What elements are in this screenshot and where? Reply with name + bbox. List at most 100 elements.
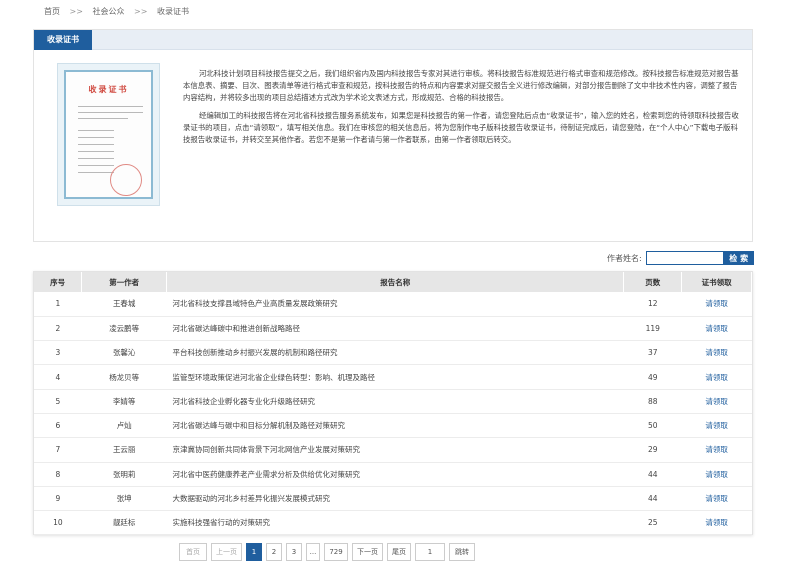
cell-no: 6 xyxy=(55,421,61,431)
search-button[interactable]: 检 索 xyxy=(723,251,754,265)
page-ellipsis: ... xyxy=(306,543,320,561)
certificate-text-line xyxy=(78,118,128,119)
cell-pages: 119 xyxy=(645,323,660,333)
cell-title: 大数据驱动的河北乡村差异化振兴发展模式研究 xyxy=(172,494,331,504)
author-name-input[interactable] xyxy=(645,251,724,265)
breadcrumb-separator: >> xyxy=(134,7,148,16)
cell-title: 河北省中医药健康养老产业需求分析及供给优化对策研究 xyxy=(172,469,361,479)
cell-title: 河北省科技企业孵化器专业化升级路径研究 xyxy=(172,396,316,406)
col-header-pages: 页数 xyxy=(623,272,683,292)
cell-author: 卢灿 xyxy=(116,421,132,431)
cell-title: 河北省碳达峰与碳中和目标分解机制及路径对策研究 xyxy=(172,421,346,431)
certificate-text-line xyxy=(78,165,114,166)
claim-certificate-link[interactable]: 请领取 xyxy=(682,316,752,340)
pagination: 首页 上一页 1 2 3 ... 729 下一页 尾页 1 跳转 xyxy=(179,543,479,561)
certificate-text-line xyxy=(78,158,114,159)
page-3-button[interactable]: 3 xyxy=(286,543,302,561)
cell-author: 李婧等 xyxy=(112,396,136,406)
claim-certificate-link[interactable]: 请领取 xyxy=(682,511,752,535)
table-row: 6 卢灿 河北省碳达峰与碳中和目标分解机制及路径对策研究 50 请领取 xyxy=(34,413,752,438)
certificate-text-line xyxy=(78,106,143,107)
breadcrumb-separator: >> xyxy=(69,7,83,16)
cell-pages: 29 xyxy=(648,445,658,455)
cell-author: 王云丽 xyxy=(112,445,136,455)
certificate-text-line xyxy=(78,144,114,145)
col-header-no: 序号 xyxy=(34,272,83,292)
claim-certificate-link[interactable]: 请领取 xyxy=(682,365,752,389)
cell-title: 京津冀协同创新共同体背景下河北网信产业发展对策研究 xyxy=(172,445,361,455)
prev-page-button[interactable]: 上一页 xyxy=(211,543,242,561)
breadcrumb-home-link[interactable]: 首页 xyxy=(44,7,60,16)
page-2-button[interactable]: 2 xyxy=(266,543,282,561)
claim-certificate-link[interactable]: 请领取 xyxy=(682,292,752,316)
cell-no: 5 xyxy=(55,396,61,406)
claim-certificate-link[interactable]: 请领取 xyxy=(682,389,752,413)
cell-title: 河北省科技支撑县域特色产业高质量发展政策研究 xyxy=(172,299,338,309)
page-1-button[interactable]: 1 xyxy=(246,543,262,561)
cell-pages: 25 xyxy=(648,518,658,528)
cell-no: 3 xyxy=(55,348,61,358)
cell-title: 河北省碳达峰碳中和推进创新战略路径 xyxy=(172,323,301,333)
table-row: 10 靓廷标 实施科技强省行动的对策研究 25 请领取 xyxy=(34,511,752,535)
cell-author: 张明莉 xyxy=(112,469,136,479)
author-search: 作者姓名: 检 索 xyxy=(607,251,754,265)
table-row: 9 张坤 大数据驱动的河北乡村差异化振兴发展模式研究 44 请领取 xyxy=(34,486,752,511)
certificate-text-line xyxy=(78,151,114,152)
cell-no: 9 xyxy=(55,494,61,504)
table-row: 2 凌云鹏等 河北省碳达峰碳中和推进创新战略路径 119 请领取 xyxy=(34,316,752,341)
cell-title: 实施科技强省行动的对策研究 xyxy=(172,518,271,528)
certificate-sample-image: 收录证书 xyxy=(57,63,160,206)
cell-author: 王春城 xyxy=(112,299,136,309)
col-header-title: 报告名称 xyxy=(166,272,625,292)
cell-no: 2 xyxy=(55,323,61,333)
table-row: 7 王云丽 京津冀协同创新共同体背景下河北网信产业发展对策研究 29 请领取 xyxy=(34,438,752,463)
cell-pages: 50 xyxy=(648,421,658,431)
next-page-button[interactable]: 下一页 xyxy=(352,543,383,561)
cell-pages: 49 xyxy=(648,372,658,382)
certificate-text-line xyxy=(78,172,114,173)
cell-title: 平台科技创新推动乡村振兴发展的机制和路径研究 xyxy=(172,348,338,358)
cell-author: 杨龙贝等 xyxy=(109,372,140,382)
cell-pages: 12 xyxy=(648,299,658,309)
table-row: 5 李婧等 河北省科技企业孵化器专业化升级路径研究 88 请领取 xyxy=(34,389,752,414)
last-page-button[interactable]: 尾页 xyxy=(387,543,411,561)
cell-no: 8 xyxy=(55,469,61,479)
certificate-seal-icon xyxy=(110,164,142,196)
cell-author: 靓廷标 xyxy=(112,518,136,528)
intro-paragraph: 经编辑加工的科技报告将在河北省科技报告服务系统发布，如果您是科技报告的第一作者，… xyxy=(183,111,739,144)
cell-author: 凌云鹏等 xyxy=(109,323,140,333)
intro-text: 河北科技计划项目科技报告提交之后，我们组织省内及国内科技报告专家对其进行审核。将… xyxy=(183,68,741,152)
cell-pages: 44 xyxy=(648,494,658,504)
table-row: 3 张馨沁 平台科技创新推动乡村振兴发展的机制和路径研究 37 请领取 xyxy=(34,341,752,365)
claim-certificate-link[interactable]: 请领取 xyxy=(682,462,752,486)
certificate-text-line xyxy=(78,130,114,131)
report-table: 序号 第一作者 报告名称 页数 证书领取 1 王春城 河北省科技支撑县域特色产业… xyxy=(34,272,752,535)
certificate-title: 收录证书 xyxy=(88,84,129,94)
first-page-button[interactable]: 首页 xyxy=(179,543,207,561)
claim-certificate-link[interactable]: 请领取 xyxy=(682,413,752,437)
goto-page-input[interactable]: 1 xyxy=(415,543,445,561)
col-header-author: 第一作者 xyxy=(81,272,168,292)
certificate-table: 序号 第一作者 报告名称 页数 证书领取 1 王春城 河北省科技支撑县域特色产业… xyxy=(33,271,753,535)
certificate-border: 收录证书 xyxy=(64,70,153,199)
cell-author: 张坤 xyxy=(116,494,132,504)
table-row: 8 张明莉 河北省中医药健康养老产业需求分析及供给优化对策研究 44 请领取 xyxy=(34,462,752,487)
certificate-info-panel: 收录证书 收录证书 河北科技计划项目科技报告提交之后，我们组织省内及国内科技报告… xyxy=(33,29,753,242)
certificate-text-line xyxy=(78,137,114,138)
cell-no: 4 xyxy=(55,372,61,382)
intro-paragraph: 河北科技计划项目科技报告提交之后，我们组织省内及国内科技报告专家对其进行审核。将… xyxy=(183,69,739,102)
last-page-number-button[interactable]: 729 xyxy=(324,543,348,561)
col-header-action: 证书领取 xyxy=(681,272,752,292)
table-row: 4 杨龙贝等 监管型环境政策促进河北省企业绿色转型：影响、机理及路径 49 请领… xyxy=(34,365,752,390)
cell-pages: 88 xyxy=(648,396,658,406)
jump-button[interactable]: 跳转 xyxy=(449,543,475,561)
cell-pages: 37 xyxy=(648,348,658,358)
claim-certificate-link[interactable]: 请领取 xyxy=(682,486,752,510)
claim-certificate-link[interactable]: 请领取 xyxy=(682,341,752,365)
certificate-text-line xyxy=(78,112,143,113)
cell-pages: 44 xyxy=(648,469,658,479)
breadcrumb-public-link[interactable]: 社会公众 xyxy=(93,7,125,16)
cell-title: 监管型环境政策促进河北省企业绿色转型：影响、机理及路径 xyxy=(172,372,376,382)
claim-certificate-link[interactable]: 请领取 xyxy=(682,438,752,462)
cell-no: 7 xyxy=(55,445,61,455)
